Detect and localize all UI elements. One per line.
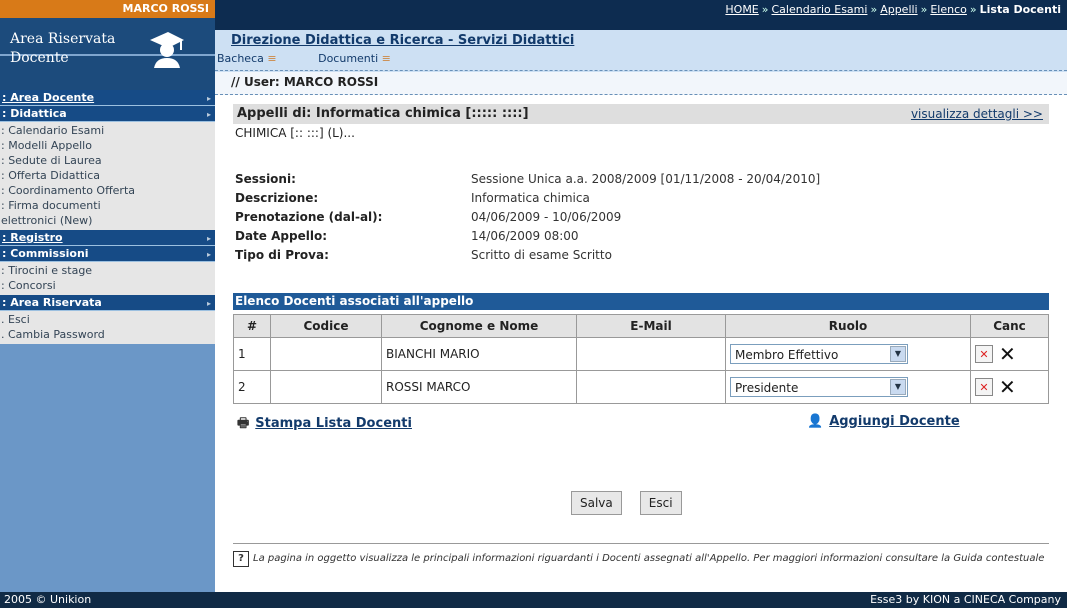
sidebar-section-registro[interactable]: : Registro ▸ <box>0 230 215 246</box>
footer-copyright: 2005 © Unikion <box>0 592 215 608</box>
print-docenti-link[interactable]: 🖶 Stampa Lista Docenti <box>237 414 412 436</box>
sidebar-section-area-docente[interactable]: : Area Docente ▸ <box>0 90 215 106</box>
info-section: Sessioni: Sessione Unica a.a. 2008/2009 [… <box>233 170 1049 265</box>
appelli-bar: Appelli di: Informatica chimica [::::: :… <box>233 104 1049 124</box>
tab-documenti[interactable]: Documenti ≡ <box>318 52 391 65</box>
printer-icon: 🖶 <box>237 416 250 431</box>
chevron-down-icon: ▼ <box>890 379 906 395</box>
footer-brand: Esse3 by KION a CINECA Company <box>215 592 1067 608</box>
area-riservata-logo: Area Riservata Docente <box>0 18 215 90</box>
ruolo-select[interactable]: Membro Effettivo ▼ <box>730 344 908 364</box>
area-riservata-menu: . Esci . Cambia Password <box>0 311 215 344</box>
col-num: # <box>233 314 271 338</box>
breadcrumb-bar: HOME» Calendario Esami» Appelli» Elenco» Lis… <box>215 0 1067 30</box>
table-header-row: # Codice Cognome e Nome E-Mail Ruolo Can… <box>233 314 1049 338</box>
sidebar-item-cambia-password[interactable]: . Cambia Password <box>0 327 215 342</box>
table-actions: 🖶 Stampa Lista Docenti 👤 Aggiungi Docente <box>233 414 1049 444</box>
main-content: Appelli di: Informatica chimica [::::: :… <box>233 104 1049 444</box>
help-icon: ? <box>233 551 249 567</box>
info-row: Sessioni: Sessione Unica a.a. 2008/2009 [… <box>235 172 821 186</box>
chevron-down-icon: ▼ <box>890 346 906 362</box>
header-divider <box>215 70 1067 71</box>
logo-line-2: Docente <box>10 50 69 66</box>
delete-icon[interactable]: ✕ <box>999 377 1016 397</box>
sidebar-item-esci[interactable]: . Esci <box>0 312 215 327</box>
sidebar-item-tirocini[interactable]: : Tirocini e stage <box>0 263 215 278</box>
sidebar-item-modelli-appello[interactable]: : Modelli Appello <box>0 138 215 153</box>
fold-icon: ▸ <box>206 234 211 243</box>
sidebar-item-calendario-esami[interactable]: : Calendario Esami <box>0 123 215 138</box>
info-row: Descrizione: Informatica chimica <box>235 191 590 205</box>
doc-icon: ≡ <box>381 52 391 65</box>
fold-icon: ▸ <box>206 299 211 308</box>
col-canc: Canc <box>970 314 1049 338</box>
sidebar-section-commissioni[interactable]: : Commissioni ▸ <box>0 246 215 262</box>
tab-bacheca[interactable]: Bacheca ≡ <box>217 52 277 65</box>
fold-icon: ▸ <box>206 110 211 119</box>
docenti-table: # Codice Cognome e Nome E-Mail Ruolo Can… <box>233 314 1049 404</box>
course-line: CHIMICA [:: :::] (L)... <box>235 126 355 140</box>
department-title[interactable]: Direzione Didattica e Ricerca - Servizi … <box>231 33 574 48</box>
sidebar-item-concorsi[interactable]: : Concorsi <box>0 278 215 293</box>
details-link[interactable]: visualizza dettagli >> <box>911 104 1043 124</box>
add-user-icon: 👤 <box>807 414 824 429</box>
fold-icon: ▸ <box>206 250 211 259</box>
breadcrumb-elenco[interactable]: Elenco <box>930 3 967 16</box>
delete-checkbox[interactable]: ✕ <box>975 345 993 363</box>
commissioni-menu: : Tirocini e stage : Concorsi <box>0 262 215 295</box>
sidebar-item-firma-documenti-cont[interactable]: elettronici (New) <box>0 213 215 228</box>
breadcrumb-calendario-esami[interactable]: Calendario Esami <box>772 3 868 16</box>
sidebar-item-offerta-didattica[interactable]: : Offerta Didattica <box>0 168 215 183</box>
user-line: // User: MARCO ROSSI <box>215 72 1067 95</box>
sidebar-item-firma-documenti[interactable]: : Firma documenti <box>0 198 215 213</box>
info-row: Tipo di Prova: Scritto di esame Scritto <box>235 248 612 262</box>
save-button[interactable]: Salva <box>571 491 622 515</box>
user-name-bar: MARCO ROSSI <box>0 0 215 18</box>
help-note: ? La pagina in oggetto visualizza le prin… <box>233 543 1049 567</box>
graduate-icon <box>150 32 184 68</box>
sidebar-section-didattica[interactable]: : Didattica ▸ <box>0 106 215 122</box>
doc-icon: ≡ <box>267 52 277 65</box>
breadcrumb: HOME» Calendario Esami» Appelli» Elenco» Lis… <box>725 3 1061 16</box>
table-row: 1 BIANCHI MARIO Membro Effettivo ▼ ✕ ✕ <box>233 337 1049 371</box>
info-row: Date Appello: 14/06/2009 08:00 <box>235 229 579 243</box>
sidebar-item-sedute-laurea[interactable]: : Sedute di Laurea <box>0 153 215 168</box>
col-ruolo: Ruolo <box>725 314 971 338</box>
delete-icon[interactable]: ✕ <box>999 344 1016 364</box>
delete-checkbox[interactable]: ✕ <box>975 378 993 396</box>
docenti-list-title: Elenco Docenti associati all'appello <box>233 293 1049 310</box>
breadcrumb-current: Lista Docenti <box>979 3 1061 16</box>
header-tabs: Bacheca ≡ Documenti ≡ <box>217 52 429 65</box>
col-email: E-Mail <box>576 314 726 338</box>
appelli-title: Appelli di: Informatica chimica [::::: :… <box>237 106 529 121</box>
form-buttons: Salva Esci <box>571 491 700 515</box>
sidebar: MARCO ROSSI Area Riservata Docente : Are… <box>0 0 215 608</box>
breadcrumb-appelli[interactable]: Appelli <box>880 3 917 16</box>
ruolo-select[interactable]: Presidente ▼ <box>730 377 908 397</box>
table-row: 2 ROSSI MARCO Presidente ▼ ✕ ✕ <box>233 370 1049 404</box>
sidebar-section-area-riservata[interactable]: : Area Riservata ▸ <box>0 295 215 311</box>
col-codice: Codice <box>270 314 382 338</box>
logo-line-1: Area Riservata <box>10 31 116 47</box>
page-header: Direzione Didattica e Ricerca - Servizi … <box>215 30 1067 72</box>
add-docente-link[interactable]: 👤 Aggiungi Docente <box>807 414 960 429</box>
sidebar-item-coordinamento-offerta[interactable]: : Coordinamento Offerta <box>0 183 215 198</box>
breadcrumb-home[interactable]: HOME <box>725 3 758 16</box>
fold-icon: ▸ <box>206 94 211 103</box>
didattica-menu: : Calendario Esami : Modelli Appello : S… <box>0 122 215 230</box>
exit-button[interactable]: Esci <box>639 491 682 515</box>
info-row: Prenotazione (dal-al): 04/06/2009 - 10/06… <box>235 210 622 224</box>
col-nome: Cognome e Nome <box>381 314 577 338</box>
